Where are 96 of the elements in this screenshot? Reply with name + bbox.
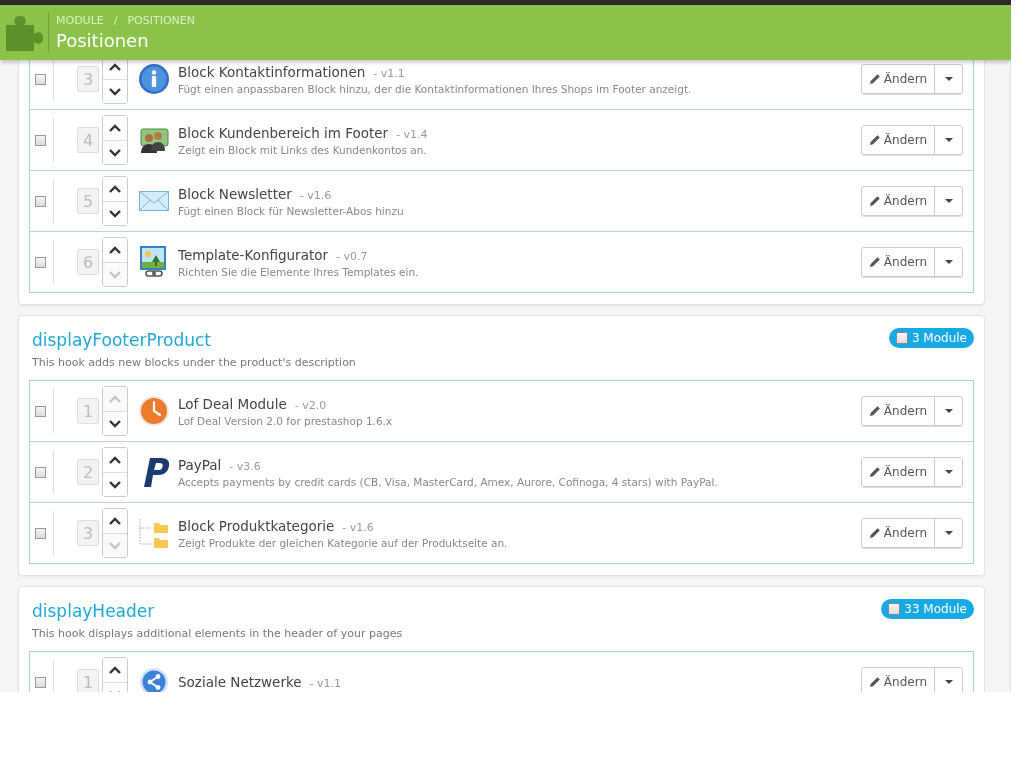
move-down-button[interactable] — [103, 79, 127, 103]
dropdown-button[interactable] — [934, 668, 962, 692]
pencil-icon — [868, 405, 881, 417]
module-version: - v1.1 — [309, 677, 342, 690]
hook-name: displayHeader — [32, 601, 156, 621]
pencil-icon — [868, 256, 881, 268]
caret-icon — [944, 77, 953, 81]
clock-icon — [137, 395, 170, 427]
chevron-down-icon — [109, 419, 121, 428]
chevron-up-icon — [109, 456, 121, 464]
caret-icon — [944, 409, 953, 413]
dropdown-button[interactable] — [934, 126, 962, 154]
module-description: Zeigt Produkte der gleichen Kategorie auf der Produktseite an. — [178, 536, 509, 549]
checkbox[interactable] — [35, 527, 46, 539]
checkbox[interactable] — [35, 73, 46, 85]
breadcrumb-separator: / — [113, 14, 118, 27]
module-name: Block Produktkategorie — [178, 517, 335, 534]
position-number: 6 — [77, 249, 99, 275]
module-version: - v3.6 — [229, 459, 261, 473]
pencil-icon — [868, 527, 881, 539]
dropdown-button[interactable] — [934, 519, 962, 547]
move-down-button[interactable] — [103, 140, 127, 164]
module-description: Lof Deal Version 2.0 for prestashop 1.6.x — [178, 414, 394, 427]
move-down-button[interactable] — [103, 472, 127, 496]
info-icon — [137, 63, 170, 95]
module-name: Block Kontaktinformationen — [178, 63, 366, 80]
module-name: PayPal — [178, 456, 222, 473]
module-version: - v0.7 — [336, 249, 368, 263]
module-description: Accepts payments by credit cards (CB, Visa, MasterCard, Amex, Aurore, Cofinoga, 4 stars) with PayPal. — [178, 475, 719, 488]
position-number: 3 — [77, 66, 99, 92]
module-version: - v1.6 — [299, 188, 332, 202]
module-version: - v1.1 — [373, 66, 405, 80]
caret-icon — [944, 470, 953, 474]
chevron-down-icon — [109, 148, 121, 157]
module-count: 33 Module — [904, 602, 967, 616]
position-number: 1 — [77, 669, 99, 692]
chevron-down-icon — [109, 541, 121, 550]
move-down-button[interactable] — [103, 201, 127, 225]
module-name: Block Newsletter — [178, 185, 292, 202]
chevron-up-icon — [109, 666, 121, 674]
page-title: Positionen — [56, 30, 150, 51]
checkbox[interactable] — [888, 603, 901, 615]
hook-name: displayFooterProduct — [32, 330, 212, 350]
caret-icon — [944, 531, 953, 535]
chevron-up-icon — [109, 517, 121, 525]
module-description: Zeigt ein Block mit Links des Kundenkontos an. — [178, 143, 428, 156]
position-number: 2 — [77, 459, 99, 485]
chevron-up-icon — [109, 185, 121, 193]
checkbox[interactable] — [35, 466, 46, 478]
checkbox[interactable] — [35, 405, 46, 417]
checkbox[interactable] — [35, 195, 46, 207]
module-version: - v2.0 — [294, 398, 327, 412]
chevron-up-icon — [109, 63, 121, 71]
pencil-icon — [868, 466, 881, 478]
module-name: Soziale Netzwerke — [178, 674, 302, 690]
module-name: Template-Konfigurator — [178, 246, 329, 263]
caret-icon — [944, 199, 953, 203]
module-description: Richten Sie die Elemente Ihres Templates ein. — [178, 265, 420, 278]
checkbox[interactable] — [35, 134, 46, 146]
module-description: Fügt einen Block für Newsletter-Abos hinzu — [178, 204, 405, 217]
module-version: - v1.4 — [396, 127, 428, 141]
pencil-icon — [868, 134, 881, 146]
pencil-icon — [868, 73, 881, 85]
checkbox[interactable] — [35, 676, 46, 688]
position-number: 4 — [77, 127, 99, 153]
dropdown-button[interactable] — [934, 248, 962, 276]
caret-icon — [944, 680, 953, 684]
pencil-icon — [868, 676, 881, 688]
checkbox[interactable] — [895, 332, 908, 344]
move-down-button[interactable] — [103, 411, 127, 435]
folder-tree-icon — [137, 517, 170, 549]
position-number: 3 — [77, 520, 99, 546]
hook-description: This hook displays additional elements in the header of your pages — [32, 627, 403, 640]
chevron-down-icon — [109, 87, 121, 96]
dropdown-button[interactable] — [934, 65, 962, 93]
chevron-up-icon — [109, 124, 121, 132]
position-number: 1 — [77, 398, 99, 424]
dropdown-button[interactable] — [934, 458, 962, 486]
pencil-icon — [868, 195, 881, 207]
chevron-up-icon — [109, 395, 121, 403]
module-count: 3 Module — [911, 331, 967, 345]
dropdown-button[interactable] — [934, 397, 962, 425]
chevron-down-icon — [109, 480, 121, 489]
hook-description: This hook adds new blocks under the product's description — [32, 356, 356, 369]
module-name: Lof Deal Module — [178, 395, 287, 412]
position-number: 5 — [77, 188, 99, 214]
chevron-down-icon — [109, 209, 121, 218]
chevron-up-icon — [109, 246, 121, 254]
module-description: Fügt einen anpassbaren Block hinzu, der die Kontaktinformationen Ihres Shops im Footer anzeigt. — [178, 82, 693, 95]
caret-icon — [944, 138, 953, 142]
chevron-down-icon — [109, 270, 121, 279]
checkbox[interactable] — [35, 256, 46, 268]
dropdown-button[interactable] — [934, 187, 962, 215]
module-version: - v1.6 — [342, 520, 374, 534]
caret-icon — [944, 260, 953, 264]
module-name: Block Kundenbereich im Footer — [178, 124, 389, 141]
